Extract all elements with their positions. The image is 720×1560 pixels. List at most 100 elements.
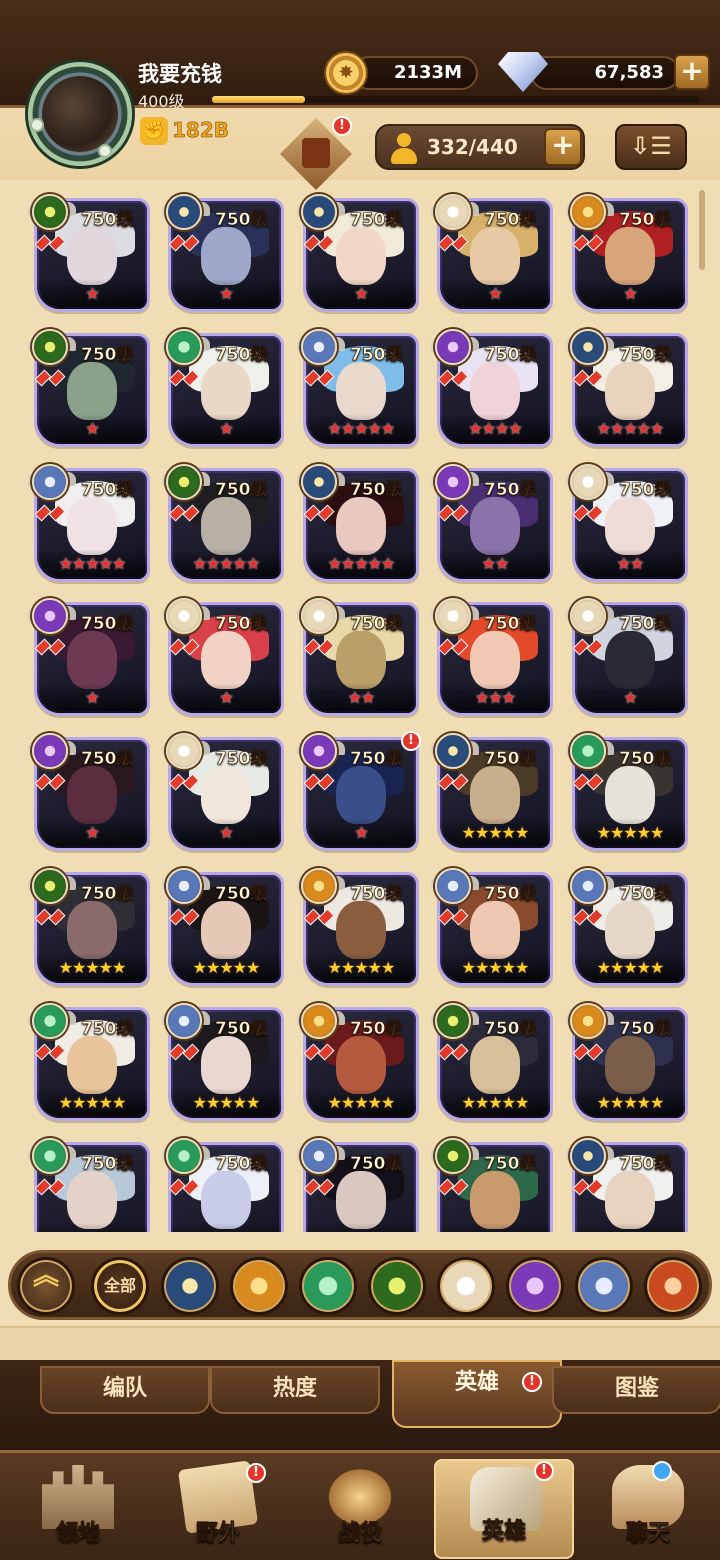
tab-codex[interactable]: 图鉴	[552, 1366, 720, 1414]
hero-stars: ★	[219, 688, 233, 707]
hero-level: 750级	[350, 1019, 403, 1040]
fire-faction-icon	[301, 868, 337, 904]
hero-stars: ★	[488, 284, 502, 303]
hero-level: 750级	[81, 884, 134, 905]
hero-level: 750级	[484, 884, 537, 905]
fire-faction-icon	[301, 1003, 337, 1039]
card-shade	[171, 1223, 281, 1232]
hero-portrait	[201, 631, 251, 689]
hero-stars: ★★	[347, 688, 376, 707]
hero-portrait	[470, 766, 520, 824]
hero-level: 750级	[350, 1154, 403, 1175]
collapse-filter-button[interactable]: ︽	[17, 1257, 75, 1315]
hero-portrait	[336, 901, 386, 959]
hero-level: 750级	[215, 614, 268, 635]
hero-grid: 750级 ★ 750级 ★ 750级 ★ 750级 ★ 750级 ★ 750级 ★ 750级 ★ 750级 ★…	[18, 188, 702, 1232]
card-shade	[440, 1223, 550, 1232]
camp-notification-badge: !	[332, 116, 352, 136]
hero-notification-badge: !	[401, 731, 421, 751]
person-icon-head	[397, 133, 411, 147]
sort-button[interactable]: ⇩☰	[615, 124, 687, 170]
emblem-core	[302, 138, 330, 168]
hero-stars: ★	[219, 284, 233, 303]
filter-fire-button[interactable]	[644, 1257, 702, 1315]
hero-level: 750级	[484, 210, 537, 231]
scrollbar[interactable]	[699, 190, 705, 270]
filter-celestial-button[interactable]	[437, 1257, 495, 1315]
hero-level: 750级	[350, 749, 403, 770]
hero-level: 750级	[484, 1019, 537, 1040]
nav-territory[interactable]: 领地	[8, 1459, 148, 1559]
hero-stars: ★★★★★	[461, 823, 530, 842]
nav-campaign[interactable]: 战役	[290, 1459, 430, 1559]
hero-portrait	[67, 766, 117, 824]
filter-void-button[interactable]	[506, 1257, 564, 1315]
forest-faction-icon	[435, 1138, 471, 1174]
celestial-faction-icon	[166, 733, 202, 769]
card-shade	[37, 1223, 147, 1232]
filter-all-button[interactable]: 全部	[91, 1257, 149, 1315]
heroes-nav-badge: !	[534, 1461, 554, 1481]
hero-stars: ★★★★	[468, 419, 522, 438]
hero-portrait	[201, 1036, 251, 1094]
fire-faction-icon	[570, 194, 606, 230]
hero-portrait	[201, 362, 251, 420]
nav-outskirts[interactable]: 野外	[148, 1459, 288, 1559]
hero-level: 750级	[619, 480, 672, 501]
person-icon-body	[391, 148, 417, 164]
filter-blue-button[interactable]	[575, 1257, 633, 1315]
void-faction-icon	[435, 329, 471, 365]
hero-sub-tabs: 编队 热度 英雄 ! 图鉴	[0, 1360, 720, 1450]
header: 我要充钱 400级 ✊ 182B 2133M ✸ 67,583 + ! 332/…	[0, 0, 720, 190]
hero-stars: ★	[219, 419, 233, 438]
hero-portrait	[67, 1036, 117, 1094]
hero-level: 750级	[81, 345, 134, 366]
forest-faction-icon	[435, 1003, 471, 1039]
tab-popularity[interactable]: 热度	[210, 1366, 380, 1414]
avatar[interactable]	[28, 62, 132, 166]
hero-stars: ★★★★★	[327, 554, 396, 573]
hero-stars: ★★★★★	[58, 554, 127, 573]
tab-formation[interactable]: 编队	[40, 1366, 210, 1414]
nav-territory-label: 领地	[55, 1521, 101, 1547]
hero-stars: ★★★★★	[596, 958, 665, 977]
celestial-faction-icon	[435, 194, 471, 230]
bottom-nav: 领地 野外 ! 战役 英雄 ! 聊天	[0, 1450, 720, 1560]
hero-stars: ★★★★★	[58, 958, 127, 977]
nav-chat[interactable]: 聊天	[578, 1459, 718, 1559]
filter-nature-button[interactable]	[299, 1257, 357, 1315]
hero-portrait	[605, 497, 655, 555]
faction-filter-bar: ︽ 全部	[8, 1250, 712, 1320]
heroes-tab-badge: !	[522, 1372, 542, 1392]
blue-faction-icon	[570, 868, 606, 904]
hero-level: 750级	[350, 614, 403, 635]
hero-portrait	[470, 1171, 520, 1229]
hero-level: 750级	[619, 345, 672, 366]
tab-heroes[interactable]: 英雄	[392, 1360, 562, 1428]
hero-level: 750级	[484, 480, 537, 501]
hero-portrait	[605, 1171, 655, 1229]
filter-celestial-gold-button[interactable]	[230, 1257, 288, 1315]
light-faction-icon	[166, 194, 202, 230]
hero-level: 750级	[215, 1154, 268, 1175]
filter-light-button[interactable]	[161, 1257, 219, 1315]
hero-stars: ★	[85, 284, 99, 303]
expand-roster-button[interactable]: +	[544, 128, 582, 166]
xp-bar	[212, 96, 700, 103]
avatar-flower-decoration	[30, 118, 44, 132]
nature-faction-icon	[32, 1003, 68, 1039]
hero-portrait	[67, 362, 117, 420]
hero-stars: ★★★★★	[596, 1093, 665, 1112]
hero-stars: ★★★★★	[327, 419, 396, 438]
hero-portrait	[201, 766, 251, 824]
filter-forest-button[interactable]	[368, 1257, 426, 1315]
hero-stars: ★★★★★	[327, 958, 396, 977]
hero-portrait	[470, 1036, 520, 1094]
divider-strip	[0, 1326, 720, 1360]
hero-level: 750级	[81, 614, 134, 635]
add-diamonds-button[interactable]: +	[674, 54, 710, 90]
hero-stars: ★★★	[474, 688, 516, 707]
nature-faction-icon	[570, 733, 606, 769]
avatar-flower-decoration	[98, 144, 112, 158]
sort-icon: ⇩☰	[630, 132, 672, 160]
